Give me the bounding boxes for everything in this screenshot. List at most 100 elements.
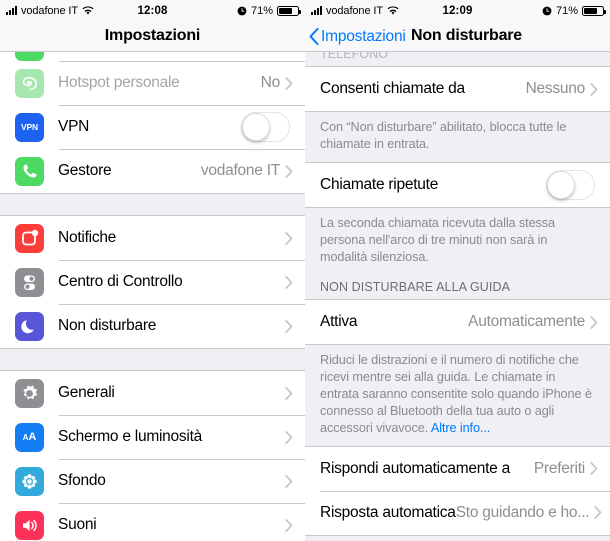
battery-percent: 71% <box>250 4 273 17</box>
dual-screenshot-container: vodafone IT 12:08 71% Impostazioni Hotsp… <box>0 0 610 541</box>
chevron-right-icon <box>285 319 293 333</box>
list-item-generali[interactable]: Generali <box>0 371 305 415</box>
list-item-consenti-chiamate[interactable]: Consenti chiamate da Nessuno <box>305 67 610 111</box>
list-item-label: Chiamate ripetute <box>320 175 439 193</box>
list-item-label: Non disturbare <box>58 317 157 334</box>
list-item-label: Rispondi automaticamente a <box>320 459 510 477</box>
right-phone-screen: vodafone IT 12:09 71% Impostazioni Non d… <box>305 0 610 541</box>
chevron-left-icon <box>309 28 319 45</box>
list-item-label: Centro di Controllo <box>58 273 183 290</box>
list-item-suoni[interactable]: Suoni <box>0 503 305 541</box>
list-item-value: No <box>260 74 281 91</box>
list-item-schermo[interactable]: AA Schermo e luminosità <box>0 415 305 459</box>
list-item-label: Attiva <box>320 313 358 331</box>
settings-group-general: Generali AA Schermo e luminosità Sfondo <box>0 370 305 541</box>
list-item-vpn[interactable]: VPN VPN <box>0 105 305 149</box>
battery-icon <box>277 5 301 16</box>
footer-driving: Riduci le distrazioni e il numero di not… <box>305 345 610 445</box>
display-icon-text: AA <box>22 431 37 443</box>
settings-list-left[interactable]: Hotspot personale No VPN VPN Gestore vod… <box>0 52 305 541</box>
settings-group-notifications: Notifiche Centro di Controllo Non distur… <box>0 215 305 349</box>
left-phone-screen: vodafone IT 12:08 71% Impostazioni Hotsp… <box>0 0 305 541</box>
list-item-non-disturbare[interactable]: Non disturbare <box>0 304 305 348</box>
notifications-icon <box>15 223 44 253</box>
settings-group-partial: Hotspot personale No VPN VPN Gestore vod… <box>0 52 305 194</box>
list-item-chiamate-ripetute[interactable]: Chiamate ripetute <box>305 162 610 207</box>
chevron-right-icon <box>285 518 293 532</box>
list-item-value: Sto guidando e ho... <box>455 503 590 521</box>
hotspot-icon <box>15 68 44 98</box>
repeated-calls-toggle[interactable] <box>546 169 595 200</box>
chevron-right-icon <box>285 430 293 444</box>
battery-icon <box>582 5 606 16</box>
list-item-attiva[interactable]: Attiva Automaticamente <box>305 300 610 345</box>
display-brightness-icon: AA <box>15 422 44 452</box>
list-item-rispondi-automaticamente-a[interactable]: Rispondi automaticamente a Preferiti <box>305 446 610 491</box>
gear-icon <box>15 378 44 408</box>
list-item-partial-top[interactable] <box>0 52 305 61</box>
alarm-clock-icon <box>237 6 247 16</box>
group-allow-calls: Consenti chiamate da Nessuno <box>305 66 610 112</box>
nav-bar-left: Impostazioni <box>0 21 305 52</box>
list-item-value: Automaticamente <box>468 313 585 331</box>
list-item-label: Notifiche <box>58 229 117 246</box>
group-activate: Attiva Automaticamente <box>305 299 610 346</box>
more-info-link[interactable]: Altre info... <box>431 421 490 435</box>
list-item-label: Generali <box>58 384 115 401</box>
chevron-right-icon <box>590 316 598 329</box>
list-item-label: Risposta automatica <box>320 503 456 521</box>
footer-auto-reply: Quando ti scriveranno, i tuoi contatti p… <box>305 536 610 541</box>
battery-percent: 71% <box>555 4 578 17</box>
section-header-driving: NON DISTURBARE ALLA GUIDA <box>320 280 511 295</box>
list-item-centro-controllo[interactable]: Centro di Controllo <box>0 260 305 304</box>
toggle-knob <box>242 113 270 141</box>
control-center-icon <box>15 267 44 297</box>
partial-green-icon <box>15 52 44 61</box>
status-bar-left: vodafone IT 12:08 71% <box>0 0 305 21</box>
page-title: Non disturbare <box>411 27 522 44</box>
vpn-toggle[interactable] <box>241 112 290 142</box>
list-item-label: Sfondo <box>58 472 106 489</box>
list-item-risposta-automatica[interactable]: Risposta automatica Sto guidando e ho... <box>305 490 610 535</box>
vpn-icon-text: VPN <box>21 122 38 132</box>
status-bar-right: vodafone IT 12:09 71% <box>305 0 610 21</box>
dnd-settings-list[interactable]: TELEFONO Consenti chiamate da Nessuno Co… <box>305 47 610 541</box>
footer-allow-calls: Con “Non disturbare” abilitato, blocca t… <box>320 120 567 151</box>
back-button-label: Impostazioni <box>321 27 406 45</box>
chevron-right-icon <box>594 506 602 520</box>
chevron-right-icon <box>285 275 293 289</box>
chevron-right-icon <box>590 82 598 96</box>
list-item-label: Consenti chiamate da <box>320 80 465 97</box>
footer-repeated-calls: La seconda chiamata ricevuta dalla stess… <box>320 215 555 264</box>
do-not-disturb-moon-icon <box>15 311 44 341</box>
list-item-label: Suoni <box>58 516 97 533</box>
list-item-value: Preferiti <box>533 459 585 477</box>
group-repeated-calls: Chiamate ripetute <box>305 161 610 208</box>
group-auto-reply: Rispondi automaticamente a Preferiti Ris… <box>305 445 610 536</box>
vpn-icon: VPN <box>15 112 44 142</box>
list-item-notifiche[interactable]: Notifiche <box>0 216 305 260</box>
list-item-label: Hotspot personale <box>58 74 180 91</box>
wallpaper-icon <box>15 466 44 496</box>
chevron-right-icon <box>285 76 293 90</box>
list-item-value: Nessuno <box>525 80 586 97</box>
list-item-sfondo[interactable]: Sfondo <box>0 459 305 503</box>
list-item-value: vodafone IT <box>200 162 280 179</box>
back-button[interactable]: Impostazioni <box>309 21 406 52</box>
list-item-carrier[interactable]: Gestore vodafone IT <box>0 149 305 193</box>
chevron-right-icon <box>590 462 598 476</box>
chevron-right-icon <box>285 164 293 178</box>
list-item-label: VPN <box>58 118 90 135</box>
toggle-knob <box>547 170 575 199</box>
list-item-hotspot[interactable]: Hotspot personale No <box>0 61 305 105</box>
page-title: Impostazioni <box>104 27 201 44</box>
sounds-speaker-icon <box>15 510 44 540</box>
alarm-clock-icon <box>542 6 552 16</box>
carrier-phone-icon <box>15 156 44 186</box>
chevron-right-icon <box>285 386 293 400</box>
list-item-label: Gestore <box>58 162 112 179</box>
nav-bar-right: Impostazioni Non disturbare <box>305 21 610 52</box>
list-item-label: Schermo e luminosità <box>58 428 203 445</box>
